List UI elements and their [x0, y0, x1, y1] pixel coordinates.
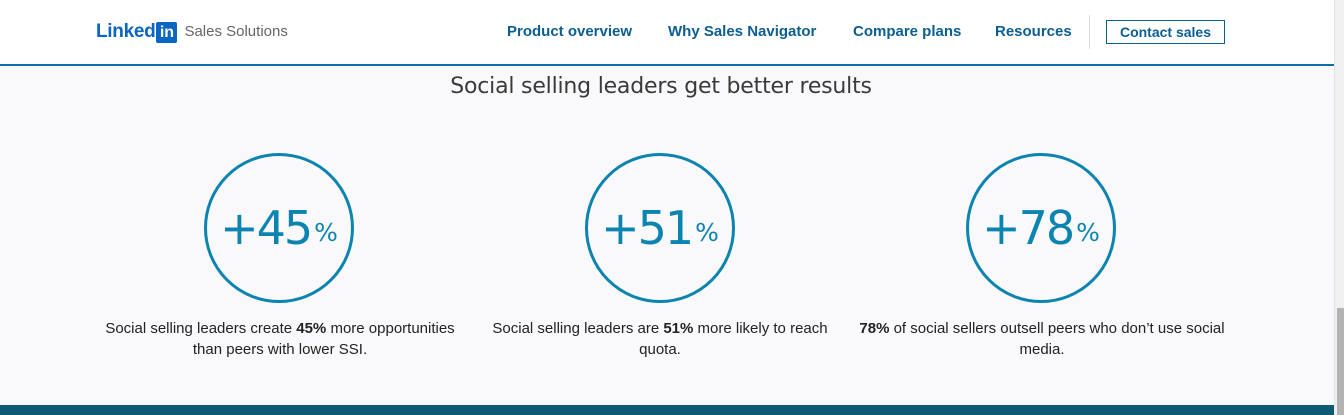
stat-caption: 78% of social sellers outsell peers who …: [852, 318, 1232, 360]
contact-sales-button[interactable]: Contact sales: [1106, 20, 1225, 44]
nav-product-overview[interactable]: Product overview: [507, 23, 632, 40]
page-scrollbar[interactable]: [1334, 0, 1344, 415]
nav-compare-plans[interactable]: Compare plans: [853, 23, 961, 40]
caption-text: Social selling leaders create: [105, 320, 297, 337]
stat-value: +45: [220, 201, 313, 255]
logo-subtitle: Sales Solutions: [184, 23, 288, 40]
stat-unit: %: [314, 218, 338, 247]
stat-value: +78: [982, 201, 1075, 255]
stat-caption: Social selling leaders create 45% more o…: [90, 318, 470, 360]
caption-text: of social sellers outsell peers who don’…: [889, 320, 1225, 358]
nav-why-sales-navigator[interactable]: Why Sales Navigator: [668, 23, 816, 40]
stat-circle: +51 %: [585, 153, 735, 303]
linkedin-logo[interactable]: Linked in Sales Solutions: [96, 21, 288, 43]
caption-text: Social selling leaders are: [492, 320, 664, 337]
stat-caption: Social selling leaders are 51% more like…: [470, 318, 850, 360]
site-header: Linked in Sales Solutions Product overvi…: [0, 0, 1334, 66]
stat-circle: +45 %: [204, 153, 354, 303]
caption-highlight: 78%: [859, 320, 890, 337]
caption-highlight: 51%: [663, 320, 694, 337]
stat-unit: %: [695, 218, 719, 247]
stat-circle: +78 %: [966, 153, 1116, 303]
caption-highlight: 45%: [296, 320, 327, 337]
footer-band: [0, 405, 1334, 415]
section-title: Social selling leaders get better result…: [450, 74, 872, 99]
stat-value: +51: [601, 201, 694, 255]
logo-wordmark: Linked: [96, 21, 156, 42]
nav-resources[interactable]: Resources: [995, 23, 1072, 40]
logo-in-badge: in: [156, 21, 178, 43]
stat-unit: %: [1076, 218, 1100, 247]
nav-divider: [1089, 15, 1090, 49]
scrollbar-thumb[interactable]: [1337, 308, 1344, 415]
